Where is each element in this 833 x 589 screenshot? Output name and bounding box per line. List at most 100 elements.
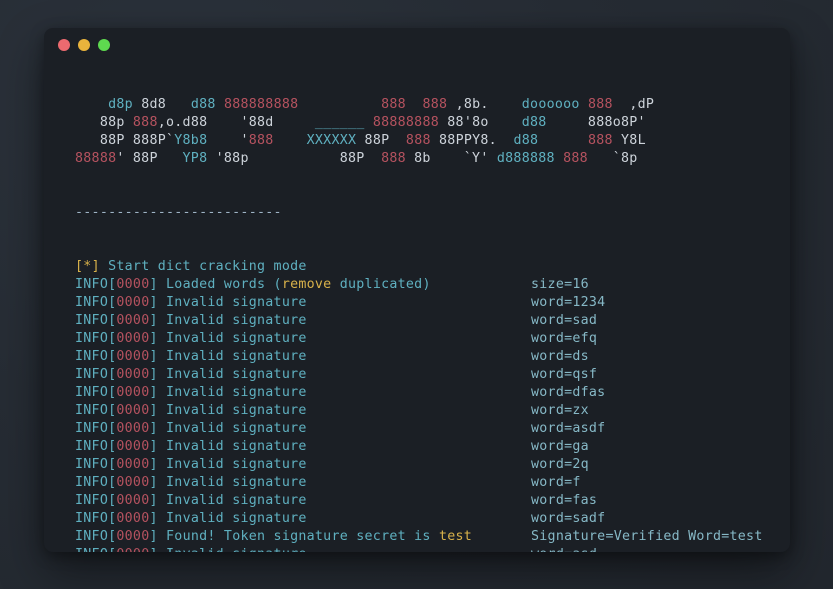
log-level-label: INFO — [75, 385, 108, 400]
terminal-window[interactable]: d8p 8d8 d88 888888888 888 888 ,8b. doooo… — [44, 28, 790, 552]
log-line: INFO[0000] Loaded words (remove duplicat… — [44, 276, 790, 294]
log-message-run: Start dict cracking mode — [100, 259, 307, 274]
banner-glyph-run: 888 — [588, 133, 613, 148]
log-bracket-close: ] — [149, 511, 157, 526]
log-fields: size=16 — [531, 276, 589, 294]
banner-row: d8p 8d8 d88 888888888 888 888 ,8b. doooo… — [44, 96, 790, 114]
banner-glyph-run — [75, 97, 108, 112]
log-fields: word=f — [531, 474, 581, 492]
log-message-run: Invalid signature — [158, 493, 307, 508]
banner-glyph-run — [298, 97, 381, 112]
terminal-titlebar[interactable] — [44, 28, 790, 60]
log-timestamp: 0000 — [116, 295, 149, 310]
log-level-label: INFO — [75, 331, 108, 346]
log-line: INFO[0000] Invalid signatureword=asdf — [44, 420, 790, 438]
log-bracket-close: ] — [149, 457, 157, 472]
log-output: [*] Start dict cracking modeINFO[0000] L… — [44, 258, 790, 552]
banner-row: 88p 888,o.d88 '88d ______ 88888888 88'8o… — [44, 114, 790, 132]
log-fields: word=asd — [531, 546, 597, 552]
banner-glyph-run — [489, 97, 522, 112]
log-message-run: remove — [282, 277, 332, 292]
log-level-label: INFO — [75, 439, 108, 454]
log-message-run: Invalid signature — [158, 421, 307, 436]
banner-glyph-run: 88P — [249, 151, 381, 166]
log-line: INFO[0000] Invalid signatureword=1234 — [44, 294, 790, 312]
log-fields: word=qsf — [531, 366, 597, 384]
log-bracket-close: ] — [149, 529, 157, 544]
banner-glyph-run: ' — [207, 133, 248, 148]
log-timestamp: 0000 — [116, 547, 149, 552]
banner-separator: ------------------------- — [44, 204, 790, 222]
log-line: [*] Start dict cracking mode — [44, 258, 790, 276]
ascii-art-banner: d8p 8d8 d88 888888888 888 888 ,8b. doooo… — [44, 96, 790, 168]
log-timestamp: 0000 — [116, 421, 149, 436]
log-line: INFO[0000] Invalid signatureword=ga — [44, 438, 790, 456]
log-bracket-close: ] — [149, 475, 157, 490]
banner-glyph-run: ,8b. — [447, 97, 488, 112]
banner-glyph-run: d888888 — [497, 151, 555, 166]
banner-glyph-run — [406, 97, 423, 112]
log-timestamp: 0000 — [116, 493, 149, 508]
log-fields: word=ds — [531, 348, 589, 366]
log-line: INFO[0000] Invalid signatureword=sadf — [44, 510, 790, 528]
log-fields: word=2q — [531, 456, 589, 474]
banner-glyph-run: XXXXXX — [307, 133, 357, 148]
log-line: INFO[0000] Invalid signatureword=asd — [44, 546, 790, 552]
log-fields: word=sadf — [531, 510, 605, 528]
log-level-label: INFO — [75, 313, 108, 328]
banner-glyph-run: 88P — [356, 133, 406, 148]
log-timestamp: 0000 — [116, 529, 149, 544]
log-fields: word=ga — [531, 438, 589, 456]
banner-glyph-run: 888 — [381, 151, 406, 166]
log-level-label: INFO — [75, 295, 108, 310]
banner-glyph-run: 888 — [381, 97, 406, 112]
log-timestamp: 0000 — [116, 403, 149, 418]
banner-glyph-run: 888 — [249, 133, 274, 148]
terminal-output[interactable]: d8p 8d8 d88 888888888 888 888 ,8b. doooo… — [44, 60, 790, 552]
log-timestamp: 0000 — [116, 313, 149, 328]
log-line: INFO[0000] Invalid signatureword=dfas — [44, 384, 790, 402]
log-fields: word=dfas — [531, 384, 605, 402]
log-fields: word=zx — [531, 402, 589, 420]
banner-glyph-run: ' 88P — [116, 151, 182, 166]
log-timestamp: 0000 — [116, 511, 149, 526]
log-message-run: Invalid signature — [158, 385, 307, 400]
log-fields: word=fas — [531, 492, 597, 510]
log-message-run: Loaded words ( — [158, 277, 282, 292]
log-line: INFO[0000] Found! Token signature secret… — [44, 528, 790, 546]
banner-glyph-run: Y8b8 — [174, 133, 207, 148]
banner-row: 88P 888P`Y8b8 '888 XXXXXX 88P 888 88PPY8… — [44, 132, 790, 150]
banner-glyph-run: 888 — [588, 97, 613, 112]
maximize-button[interactable] — [98, 39, 110, 51]
log-message-run: duplicated) — [331, 277, 430, 292]
banner-glyph-run: 8b `Y' — [406, 151, 497, 166]
log-message-run: Invalid signature — [158, 349, 307, 364]
banner-glyph-run — [489, 115, 522, 130]
separator-text: ------------------------- — [75, 205, 282, 220]
log-message-run: Invalid signature — [158, 475, 307, 490]
log-bracket-close: ] — [149, 493, 157, 508]
banner-glyph-run: ______ — [315, 115, 365, 130]
log-message-run: Invalid signature — [158, 439, 307, 454]
banner-glyph-run: 88'8o — [439, 115, 489, 130]
banner-glyph-run — [497, 133, 514, 148]
traffic-light-group — [58, 39, 110, 51]
log-level-label: INFO — [75, 367, 108, 382]
banner-glyph-run: '88p — [207, 151, 248, 166]
log-level-label: INFO — [75, 493, 108, 508]
log-line: INFO[0000] Invalid signatureword=fas — [44, 492, 790, 510]
log-marker-glyph: * — [83, 259, 91, 274]
log-bracket-close: ] — [149, 547, 157, 552]
log-bracket-close: ] — [149, 385, 157, 400]
log-message-run: Invalid signature — [158, 511, 307, 526]
banner-glyph-run: 88P 888P` — [75, 133, 174, 148]
minimize-button[interactable] — [78, 39, 90, 51]
banner-glyph-run: d88 — [513, 133, 538, 148]
log-level-label: INFO — [75, 511, 108, 526]
log-line: INFO[0000] Invalid signatureword=zx — [44, 402, 790, 420]
log-level-label: INFO — [75, 403, 108, 418]
banner-glyph-run — [365, 115, 373, 130]
banner-glyph-run: 888o8P' — [547, 115, 646, 130]
log-bracket-close: ] — [149, 331, 157, 346]
close-button[interactable] — [58, 39, 70, 51]
